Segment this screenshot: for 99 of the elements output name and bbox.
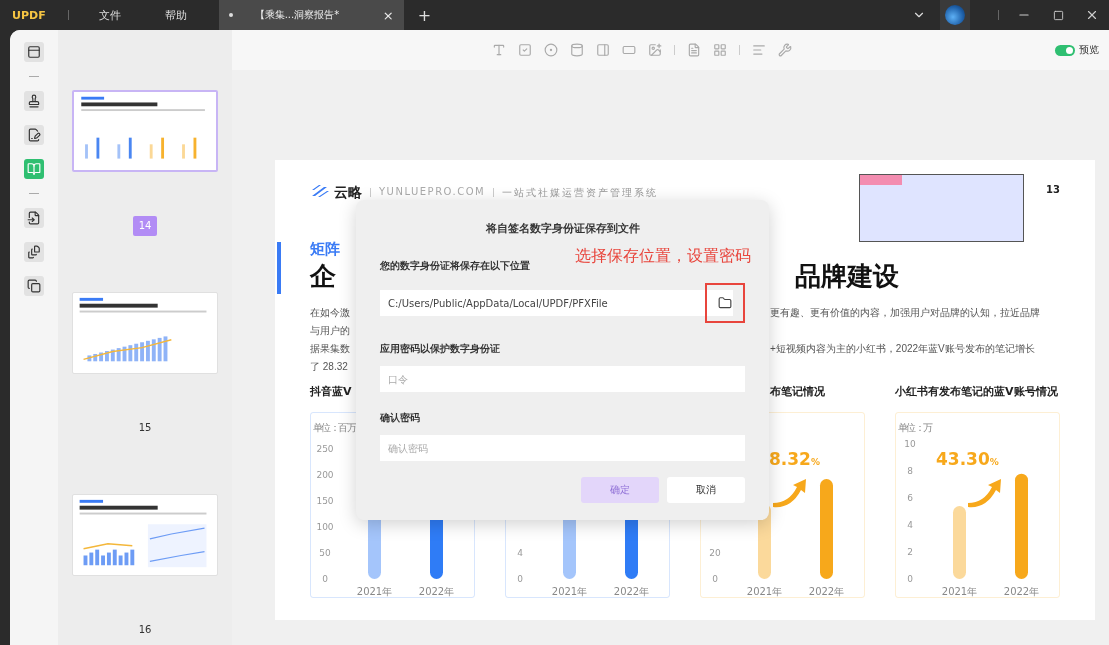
tool-button[interactable] — [24, 208, 44, 228]
tick-label: 0 — [907, 574, 913, 584]
paragraph-line: +短视频内容为主的小红书，2022年蓝V账号发布的笔记增长 — [770, 342, 1036, 356]
annotation-text: 选择保存位置，设置密码 — [575, 246, 751, 267]
folder-icon — [718, 296, 732, 310]
field-label: 应用密码以保护数字身份证 — [380, 343, 501, 356]
brand-name: 云略 — [334, 184, 362, 202]
arrow-icon — [773, 479, 806, 508]
tick-label: 8 — [907, 466, 913, 476]
tool-button[interactable] — [24, 42, 44, 62]
page-thumbnail[interactable] — [72, 90, 218, 172]
text-field-icon[interactable] — [492, 43, 506, 57]
cylinder-icon[interactable] — [570, 43, 584, 57]
site-url: YUNLUEPRO.COM — [379, 186, 486, 197]
field-label: 您的数字身份证将保存在以下位置 — [380, 260, 530, 273]
growth-percent: 8.32% — [769, 449, 820, 469]
checkbox-icon[interactable] — [518, 43, 532, 57]
tick-label: 0 — [712, 574, 718, 584]
growth-percent: 43.30% — [936, 449, 999, 469]
tick-label: 100 — [316, 522, 334, 532]
tick-label: 2 — [907, 547, 913, 557]
note-tag — [860, 175, 903, 185]
panel-icon — [27, 45, 41, 59]
page-thumbnail[interactable] — [72, 292, 218, 374]
new-tab-button[interactable]: + — [417, 5, 432, 25]
paragraph-line: 在如今激 — [310, 306, 351, 320]
tick-label: 20 — [709, 548, 721, 558]
arrow-icon — [968, 479, 1001, 508]
unit-label: 单位：万 — [898, 422, 932, 433]
stamp-icon — [27, 94, 41, 108]
close-tab-button[interactable]: × — [382, 7, 394, 23]
subtitle: 矩阵 — [310, 240, 341, 259]
menu-item[interactable]: 帮助 — [142, 7, 209, 23]
path-field[interactable]: C:/Users/Public/AppData/Local/UPDF/PFXFile — [380, 290, 733, 316]
paragraph-line: 与用户的 — [310, 324, 351, 338]
button-icon[interactable] — [622, 43, 636, 57]
headline: 品牌建设 — [794, 260, 900, 293]
category-label: 2021年 — [551, 586, 588, 597]
tick-label: 10 — [904, 439, 916, 449]
tool-button[interactable] — [24, 91, 44, 111]
chart-title: 小红书有发布笔记的蓝V账号情况 — [895, 384, 1059, 400]
document-tab[interactable]: 【乘集...洞察报告* × — [218, 0, 404, 30]
menu-item[interactable]: 文件 — [76, 7, 143, 23]
category-label: 2022年 — [808, 586, 845, 597]
image-icon[interactable] — [648, 43, 662, 57]
file-stack-icon — [27, 245, 41, 259]
headline: 企 — [310, 260, 337, 293]
tick-label: 150 — [316, 496, 334, 506]
category-label: 2021年 — [746, 586, 783, 597]
chart-title: 布笔记情况 — [769, 384, 826, 400]
browse-folder-button[interactable] — [705, 283, 745, 323]
tick-label: 6 — [907, 493, 913, 503]
paragraph-line: 更有趣、更有价值的内容，加强用户对品牌的认知，拉近品牌 — [770, 306, 1041, 320]
password-field[interactable]: 口令 — [380, 366, 745, 392]
field-label: 确认密码 — [380, 412, 421, 425]
avatar[interactable] — [940, 0, 970, 30]
tool-button[interactable] — [24, 242, 44, 262]
page-number: 13 — [1046, 184, 1060, 195]
tick-label: 0 — [322, 574, 328, 584]
file-pen-icon — [27, 128, 41, 142]
page-number: 16 — [137, 623, 153, 637]
confirm-password-field[interactable]: 确认密码 — [380, 435, 745, 461]
category-label: 2022年 — [1003, 586, 1040, 597]
category-label: 2022年 — [613, 586, 650, 597]
category-label: 2021年 — [356, 586, 393, 597]
cancel-button[interactable]: 取消 — [667, 477, 745, 503]
tick-label: 0 — [517, 574, 523, 584]
unit-label: 单位：百万 — [313, 422, 355, 433]
dialog-title: 将自签名数字身份证保存到文件 — [485, 222, 640, 236]
page-thumbnail[interactable] — [72, 494, 218, 576]
tab-title: 【乘集...洞察报告* — [254, 8, 341, 22]
close-icon[interactable] — [1085, 8, 1099, 22]
tool-button[interactable] — [24, 276, 44, 296]
document-icon[interactable] — [687, 43, 701, 57]
category-label: 2022年 — [418, 586, 455, 597]
copy-icon — [27, 279, 41, 293]
tool-button[interactable] — [24, 125, 44, 145]
maximize-icon[interactable] — [1052, 9, 1064, 21]
page-number: 15 — [137, 421, 153, 435]
chart-title: 抖音蓝V — [310, 384, 353, 400]
radio-icon[interactable] — [544, 43, 558, 57]
paragraph-line: 了 28.32 — [310, 360, 349, 374]
page-number: 14 — [132, 216, 158, 236]
dot-icon — [228, 13, 233, 17]
paragraph-line: 据果集数 — [310, 342, 351, 356]
app-logo: UPDF — [12, 8, 46, 22]
tools-icon[interactable] — [778, 43, 792, 57]
preview-label: 预览 — [1079, 43, 1099, 57]
book-icon — [27, 162, 41, 176]
category-label: 2021年 — [941, 586, 978, 597]
note-annotation[interactable] — [859, 174, 1025, 242]
tick-label: 4 — [907, 520, 913, 530]
logo-icon — [310, 184, 330, 198]
file-import-icon — [27, 211, 41, 225]
tick-label: 50 — [319, 548, 331, 558]
preview-switch[interactable] — [1055, 44, 1075, 56]
tick-label: 200 — [316, 470, 334, 480]
tick-label: 250 — [316, 444, 334, 454]
tick-label: 4 — [517, 548, 523, 558]
